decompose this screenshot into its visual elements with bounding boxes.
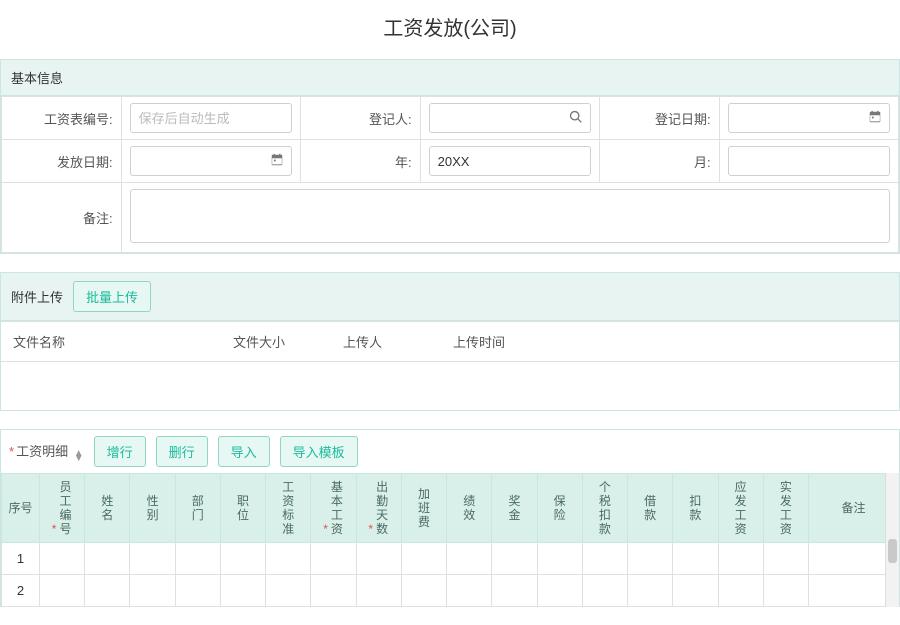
year-input[interactable]: [429, 146, 591, 176]
grid-col-bonus: 奖金: [492, 473, 537, 542]
cell-emp_no[interactable]: [40, 574, 85, 606]
detail-label: *工资明细 ▲▼: [9, 441, 84, 461]
registrar-input[interactable]: [429, 103, 591, 133]
att-col-time: 上传时间: [441, 322, 899, 362]
cell-name[interactable]: [85, 542, 130, 574]
detail-grid: 序号*员工编号姓名性别部门职位工资标准*基本工资*出勤天数加班费绩效奖金保险个税…: [1, 473, 899, 607]
att-col-uploader: 上传人: [331, 322, 441, 362]
import-button[interactable]: 导入: [218, 436, 270, 467]
grid-col-days: *出勤天数: [356, 473, 401, 542]
grid-col-loan: 借款: [628, 473, 673, 542]
cell-base[interactable]: [311, 542, 356, 574]
cell-emp_no[interactable]: [40, 542, 85, 574]
cell-tax[interactable]: [582, 542, 627, 574]
remark-label: 备注:: [2, 183, 122, 253]
cell-days[interactable]: [356, 574, 401, 606]
grid-col-deduct: 扣款: [673, 473, 718, 542]
detail-toolbar: *工资明细 ▲▼ 增行 删行 导入 导入模板: [1, 430, 899, 473]
cell-days[interactable]: [356, 542, 401, 574]
add-row-button[interactable]: 增行: [94, 436, 146, 467]
sheet-no-label: 工资表编号:: [2, 97, 122, 140]
grid-col-name: 姓名: [85, 473, 130, 542]
cell-ins[interactable]: [537, 542, 582, 574]
reg-date-input[interactable]: [728, 103, 890, 133]
attachments-table: 文件名称 文件大小 上传人 上传时间: [1, 321, 899, 410]
cell-deduct[interactable]: [673, 542, 718, 574]
grid-col-std: 工资标准: [266, 473, 311, 542]
batch-upload-button[interactable]: 批量上传: [73, 281, 151, 312]
basic-form: 工资表编号: 登记人: 登记日期:: [1, 96, 899, 253]
cell-dept[interactable]: [175, 574, 220, 606]
cell-tax[interactable]: [582, 574, 627, 606]
att-col-size: 文件大小: [221, 322, 331, 362]
remark-input[interactable]: [130, 189, 890, 243]
reg-date-label: 登记日期:: [599, 97, 719, 140]
table-row[interactable]: 2: [2, 574, 899, 606]
attachments-empty: [1, 362, 899, 410]
sheet-no-input[interactable]: [130, 103, 292, 133]
cell-gender[interactable]: [130, 542, 175, 574]
grid-col-ins: 保险: [537, 473, 582, 542]
grid-col-perf: 绩效: [447, 473, 492, 542]
cell-loan[interactable]: [628, 542, 673, 574]
grid-col-gender: 性别: [130, 473, 175, 542]
grid-col-net: 实发工资: [763, 473, 808, 542]
attachments-header: 附件上传 批量上传: [1, 273, 899, 321]
grid-col-ot: 加班费: [401, 473, 446, 542]
cell-std[interactable]: [266, 574, 311, 606]
registrar-label: 登记人:: [300, 97, 420, 140]
cell-position[interactable]: [220, 574, 265, 606]
att-col-name: 文件名称: [1, 322, 221, 362]
basic-info-header: 基本信息: [1, 60, 899, 96]
cell-ot[interactable]: [401, 542, 446, 574]
month-label: 月:: [599, 140, 719, 183]
grid-col-dept: 部门: [175, 473, 220, 542]
grid-col-emp_no: *员工编号: [40, 473, 85, 542]
page-title: 工资发放(公司): [0, 0, 900, 59]
attachments-title: 附件上传: [11, 287, 63, 306]
grid-col-seq: 序号: [2, 473, 40, 542]
detail-panel: *工资明细 ▲▼ 增行 删行 导入 导入模板 序号*员工编号姓名性别部门职位工资…: [0, 429, 900, 607]
cell-gross[interactable]: [718, 542, 763, 574]
import-tpl-button[interactable]: 导入模板: [280, 436, 358, 467]
cell-net[interactable]: [763, 542, 808, 574]
basic-info-panel: 基本信息 工资表编号: 登记人: 登记日期:: [0, 59, 900, 254]
cell-std[interactable]: [266, 542, 311, 574]
grid-col-position: 职位: [220, 473, 265, 542]
cell-bonus[interactable]: [492, 542, 537, 574]
grid-col-base: *基本工资: [311, 473, 356, 542]
cell-gender[interactable]: [130, 574, 175, 606]
del-row-button[interactable]: 删行: [156, 436, 208, 467]
grid-col-gross: 应发工资: [718, 473, 763, 542]
cell-position[interactable]: [220, 542, 265, 574]
month-input[interactable]: [728, 146, 890, 176]
grid-col-tax: 个税扣款: [582, 473, 627, 542]
cell-net[interactable]: [763, 574, 808, 606]
cell-dept[interactable]: [175, 542, 220, 574]
cell-perf[interactable]: [447, 542, 492, 574]
cell-seq[interactable]: 1: [2, 542, 40, 574]
cell-gross[interactable]: [718, 574, 763, 606]
pay-date-label: 发放日期:: [2, 140, 122, 183]
sort-icon[interactable]: ▲▼: [74, 451, 84, 461]
scrollbar-thumb[interactable]: [888, 539, 897, 563]
cell-bonus[interactable]: [492, 574, 537, 606]
cell-base[interactable]: [311, 574, 356, 606]
cell-loan[interactable]: [628, 574, 673, 606]
cell-ot[interactable]: [401, 574, 446, 606]
year-label: 年:: [300, 140, 420, 183]
cell-deduct[interactable]: [673, 574, 718, 606]
cell-name[interactable]: [85, 574, 130, 606]
cell-perf[interactable]: [447, 574, 492, 606]
scrollbar[interactable]: [885, 473, 899, 607]
cell-ins[interactable]: [537, 574, 582, 606]
table-row[interactable]: 1: [2, 542, 899, 574]
pay-date-input[interactable]: [130, 146, 292, 176]
cell-seq[interactable]: 2: [2, 574, 40, 606]
attachments-panel: 附件上传 批量上传 文件名称 文件大小 上传人 上传时间: [0, 272, 900, 411]
